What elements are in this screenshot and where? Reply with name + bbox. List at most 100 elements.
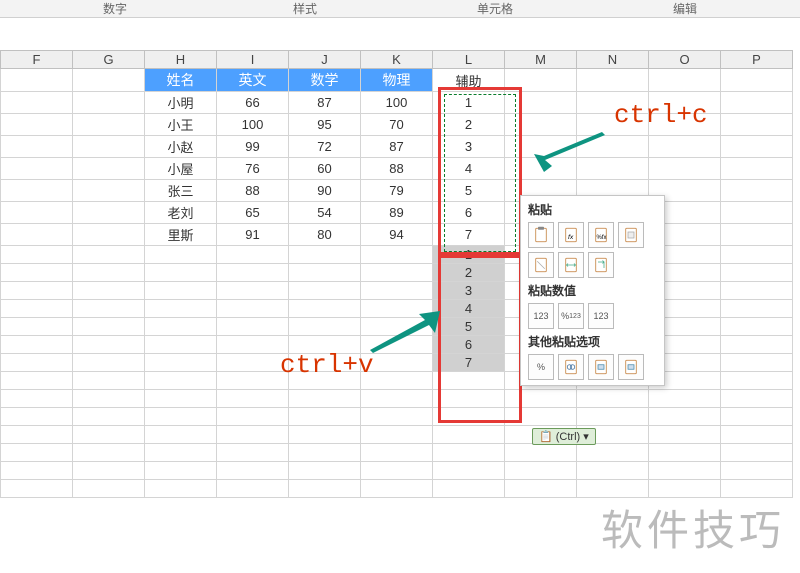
cell[interactable] bbox=[1, 224, 73, 246]
cell[interactable] bbox=[649, 92, 721, 114]
cell-en[interactable]: 76 bbox=[217, 158, 289, 180]
paste-link-icon[interactable] bbox=[558, 354, 584, 380]
cell-aux[interactable]: 3 bbox=[433, 136, 505, 158]
cell-name[interactable]: 小王 bbox=[145, 114, 217, 136]
cell[interactable] bbox=[73, 114, 145, 136]
cell[interactable] bbox=[73, 92, 145, 114]
cell[interactable] bbox=[73, 336, 145, 354]
cell[interactable] bbox=[649, 426, 721, 444]
cell[interactable] bbox=[289, 300, 361, 318]
cell[interactable] bbox=[1, 69, 73, 92]
cell-en[interactable]: 65 bbox=[217, 202, 289, 224]
cell[interactable] bbox=[289, 354, 361, 372]
cell[interactable] bbox=[649, 462, 721, 480]
cell-math[interactable]: 87 bbox=[289, 92, 361, 114]
cell[interactable] bbox=[289, 336, 361, 354]
cell[interactable] bbox=[361, 318, 433, 336]
col-P[interactable]: P bbox=[721, 51, 793, 69]
cell-phy[interactable]: 89 bbox=[361, 202, 433, 224]
cell[interactable] bbox=[361, 336, 433, 354]
cell[interactable] bbox=[433, 390, 505, 408]
cell[interactable] bbox=[361, 444, 433, 462]
cell[interactable] bbox=[1, 180, 73, 202]
cell[interactable] bbox=[145, 354, 217, 372]
paste-ctrl-button[interactable]: 📋 (Ctrl) ▾ bbox=[532, 428, 596, 445]
paste-no-border-icon[interactable] bbox=[528, 252, 554, 278]
cell[interactable] bbox=[289, 264, 361, 282]
header-name[interactable]: 姓名 bbox=[145, 69, 217, 92]
cell[interactable] bbox=[649, 114, 721, 136]
col-M[interactable]: M bbox=[505, 51, 577, 69]
cell[interactable] bbox=[1, 390, 73, 408]
cell[interactable] bbox=[145, 300, 217, 318]
cell[interactable] bbox=[217, 462, 289, 480]
cell-aux[interactable]: 5 bbox=[433, 180, 505, 202]
cell[interactable] bbox=[361, 354, 433, 372]
cell[interactable] bbox=[1, 480, 73, 498]
cell[interactable] bbox=[217, 318, 289, 336]
header-math[interactable]: 数学 bbox=[289, 69, 361, 92]
cell[interactable] bbox=[73, 180, 145, 202]
cell[interactable] bbox=[289, 444, 361, 462]
paste-col-width-icon[interactable] bbox=[558, 252, 584, 278]
cell[interactable] bbox=[361, 390, 433, 408]
cell[interactable] bbox=[73, 69, 145, 92]
cell[interactable] bbox=[721, 224, 793, 246]
cell[interactable] bbox=[721, 264, 793, 282]
cell[interactable] bbox=[73, 224, 145, 246]
col-K[interactable]: K bbox=[361, 51, 433, 69]
cell-en[interactable]: 99 bbox=[217, 136, 289, 158]
cell[interactable] bbox=[217, 408, 289, 426]
col-N[interactable]: N bbox=[577, 51, 649, 69]
cell[interactable] bbox=[721, 158, 793, 180]
col-H[interactable]: H bbox=[145, 51, 217, 69]
cell[interactable] bbox=[361, 372, 433, 390]
cell[interactable] bbox=[289, 480, 361, 498]
cell[interactable] bbox=[577, 408, 649, 426]
cell-pasted[interactable]: 2 bbox=[433, 264, 505, 282]
cell[interactable] bbox=[505, 158, 577, 180]
cell[interactable] bbox=[505, 408, 577, 426]
cell[interactable] bbox=[1, 444, 73, 462]
cell[interactable] bbox=[145, 390, 217, 408]
cell-phy[interactable]: 79 bbox=[361, 180, 433, 202]
cell[interactable] bbox=[649, 158, 721, 180]
cell-name[interactable]: 小屋 bbox=[145, 158, 217, 180]
cell[interactable] bbox=[289, 408, 361, 426]
cell[interactable] bbox=[505, 136, 577, 158]
cell[interactable] bbox=[1, 92, 73, 114]
cell[interactable] bbox=[217, 354, 289, 372]
cell[interactable] bbox=[361, 408, 433, 426]
cell[interactable] bbox=[505, 444, 577, 462]
cell[interactable] bbox=[145, 408, 217, 426]
col-O[interactable]: O bbox=[649, 51, 721, 69]
cell-pasted[interactable]: 1 bbox=[433, 246, 505, 264]
header-english[interactable]: 英文 bbox=[217, 69, 289, 92]
cell[interactable] bbox=[721, 408, 793, 426]
cell[interactable] bbox=[145, 282, 217, 300]
cell[interactable] bbox=[289, 318, 361, 336]
cell-name[interactable]: 小赵 bbox=[145, 136, 217, 158]
cell[interactable] bbox=[721, 246, 793, 264]
cell[interactable] bbox=[1, 202, 73, 224]
cell[interactable] bbox=[577, 158, 649, 180]
cell[interactable] bbox=[649, 390, 721, 408]
cell[interactable] bbox=[649, 69, 721, 92]
cell[interactable] bbox=[73, 246, 145, 264]
cell[interactable] bbox=[577, 390, 649, 408]
cell[interactable] bbox=[721, 180, 793, 202]
cell-name[interactable]: 小明 bbox=[145, 92, 217, 114]
cell-math[interactable]: 72 bbox=[289, 136, 361, 158]
cell[interactable] bbox=[1, 282, 73, 300]
cell[interactable] bbox=[217, 372, 289, 390]
cell[interactable] bbox=[433, 372, 505, 390]
cell[interactable] bbox=[721, 202, 793, 224]
cell[interactable] bbox=[289, 372, 361, 390]
cell-aux[interactable]: 1 bbox=[433, 92, 505, 114]
cell-math[interactable]: 95 bbox=[289, 114, 361, 136]
cell[interactable] bbox=[217, 480, 289, 498]
cell[interactable] bbox=[145, 264, 217, 282]
cell[interactable] bbox=[217, 300, 289, 318]
paste-fx-icon[interactable]: fx bbox=[558, 222, 584, 248]
cell[interactable] bbox=[1, 372, 73, 390]
